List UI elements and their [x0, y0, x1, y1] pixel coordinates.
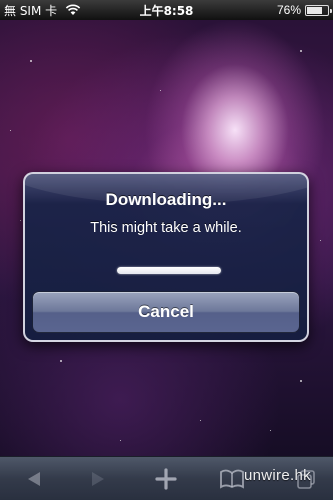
- download-alert: Downloading... This might take a while. …: [23, 172, 309, 342]
- status-bar: 無 SIM 卡 上午8:58 76%: [0, 0, 333, 20]
- back-button[interactable]: [12, 457, 56, 500]
- battery-icon: [305, 4, 332, 16]
- add-icon: [155, 468, 177, 490]
- download-progress-fill: [117, 267, 221, 274]
- bookmarks-icon: [220, 469, 244, 489]
- add-button[interactable]: [144, 457, 188, 500]
- back-icon: [28, 472, 40, 486]
- wifi-icon: [65, 4, 81, 15]
- alert-message: This might take a while.: [90, 220, 242, 236]
- watermark: unwire.hk: [244, 467, 311, 484]
- cancel-button[interactable]: Cancel: [32, 291, 300, 333]
- forward-icon: [92, 472, 104, 486]
- battery-fill: [307, 6, 323, 14]
- alert-title: Downloading...: [105, 190, 227, 209]
- carrier-label: 無 SIM 卡: [4, 3, 58, 18]
- download-progress-bar: [117, 267, 221, 274]
- forward-button[interactable]: [76, 457, 120, 500]
- battery-percent: 76%: [276, 3, 301, 17]
